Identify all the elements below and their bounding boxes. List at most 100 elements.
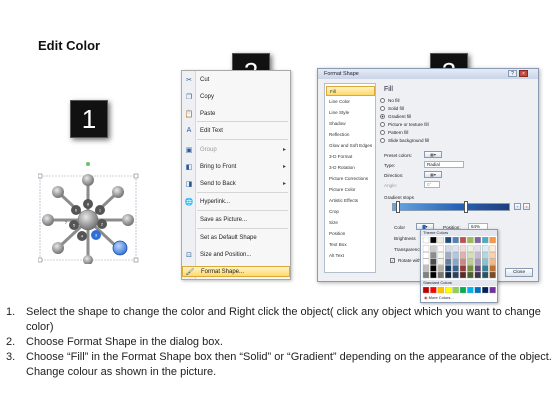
add-stop-button[interactable]: + xyxy=(514,203,521,210)
preset-colors-dropdown[interactable]: ▦▾ xyxy=(424,151,442,158)
help-button[interactable]: ? xyxy=(508,70,517,77)
direction-dropdown[interactable]: ▦▾ xyxy=(424,171,442,178)
nav-item-line-style[interactable]: Line Style xyxy=(326,108,375,118)
theme-color-swatch xyxy=(445,251,452,259)
type-select[interactable]: Radial xyxy=(424,161,464,168)
standard-color-swatch xyxy=(467,287,474,294)
radio-button[interactable] xyxy=(380,138,385,143)
menu-item-size-and-position[interactable]: ⊡ Size and Position... xyxy=(182,249,290,260)
radio-button[interactable] xyxy=(380,106,385,111)
close-icon[interactable]: × xyxy=(519,70,528,77)
center-node xyxy=(77,209,99,231)
gradient-stops-label: Gradient stops xyxy=(384,195,414,200)
option-gradient-fill[interactable]: Gradient fill xyxy=(380,114,411,119)
nav-item-crop[interactable]: Crop xyxy=(326,207,375,217)
nav-item-shadow[interactable]: Shadow xyxy=(326,119,375,129)
theme-color-swatch xyxy=(474,258,481,265)
radio-button[interactable] xyxy=(380,130,385,135)
gradient-stop-handle[interactable] xyxy=(464,201,468,213)
nav-item-size[interactable]: Size xyxy=(326,218,375,228)
menu-item-set-as-default-shape[interactable]: Set as Default Shape xyxy=(182,232,290,243)
color-palette-popup: Theme Colors Standard Colors ◉ More Colo… xyxy=(420,229,498,303)
menu-icon-gutter xyxy=(182,71,196,279)
theme-color-grid[interactable] xyxy=(422,237,498,279)
resize-handle xyxy=(133,173,139,179)
theme-color-swatch xyxy=(430,245,437,252)
rotate-handle xyxy=(86,162,90,166)
nav-item-picture-color[interactable]: Picture Color xyxy=(326,185,375,195)
menu-item-save-as-picture[interactable]: Save as Picture... xyxy=(182,214,290,225)
radio-button[interactable] xyxy=(380,122,385,127)
resize-handle xyxy=(37,173,43,179)
nav-item-position[interactable]: Position xyxy=(326,229,375,239)
angle-input[interactable]: 0° xyxy=(424,181,440,188)
menu-item-paste[interactable]: 📋 Paste xyxy=(182,108,290,119)
nav-item-glow[interactable]: Glow and Soft Edges xyxy=(326,141,375,151)
menu-divider xyxy=(197,121,288,122)
theme-color-swatch xyxy=(452,237,459,244)
gradient-stops-bar[interactable] xyxy=(392,203,510,211)
nav-item-text-box[interactable]: Text Box xyxy=(326,240,375,250)
resize-handle xyxy=(37,257,43,263)
instructions-list: 1. Select the shape to change the color … xyxy=(6,305,554,380)
close-button[interactable]: Close xyxy=(505,268,533,277)
menu-item-hyperlink[interactable]: 🌐 Hyperlink... xyxy=(182,196,290,207)
nav-item-fill[interactable]: Fill xyxy=(326,86,375,96)
theme-color-swatch xyxy=(474,245,481,252)
group-icon: ▣ xyxy=(185,146,193,154)
nav-item-artistic-effects[interactable]: Artistic Effects xyxy=(326,196,375,206)
option-solid-fill[interactable]: Solid fill xyxy=(380,106,404,111)
gradient-stop-handle[interactable] xyxy=(396,201,400,213)
type-label: Type: xyxy=(384,163,396,168)
checkbox[interactable]: ✓ xyxy=(390,258,395,263)
radio-button[interactable] xyxy=(380,98,385,103)
option-picture-fill[interactable]: Picture or texture fill xyxy=(380,122,429,127)
theme-color-swatch xyxy=(482,265,489,272)
nav-item-3d-format[interactable]: 3-D Format xyxy=(326,152,375,162)
nav-item-reflection[interactable]: Reflection xyxy=(326,130,375,140)
remove-stop-button[interactable]: × xyxy=(523,203,530,210)
theme-color-swatch xyxy=(467,251,474,259)
theme-color-swatch xyxy=(474,271,481,279)
theme-color-swatch xyxy=(489,265,496,272)
option-slide-background-fill[interactable]: Slide background fill xyxy=(380,138,429,143)
theme-color-swatch xyxy=(445,265,452,272)
instruction-item: 1. Select the shape to change the color … xyxy=(6,306,541,333)
theme-color-swatch xyxy=(430,237,437,244)
theme-color-swatch xyxy=(437,245,445,252)
resize-handle xyxy=(133,257,139,263)
theme-color-swatch xyxy=(430,265,437,272)
theme-color-swatch xyxy=(474,251,481,259)
menu-item-send-to-back[interactable]: ◨ Send to Back ▸ xyxy=(182,178,290,189)
standard-color-row[interactable] xyxy=(422,287,498,294)
theme-color-swatch xyxy=(459,265,467,272)
menu-item-copy[interactable]: ❐ Copy xyxy=(182,91,290,102)
theme-color-swatch xyxy=(422,265,430,272)
nav-item-picture-corrections[interactable]: Picture Corrections xyxy=(326,174,375,184)
standard-color-swatch xyxy=(452,287,459,294)
theme-color-swatch xyxy=(437,271,445,279)
theme-color-swatch xyxy=(452,258,459,265)
nav-item-line-color[interactable]: Line Color xyxy=(326,97,375,107)
theme-color-swatch xyxy=(459,237,467,244)
menu-item-bring-to-front[interactable]: ◧ Bring to Front ▸ xyxy=(182,161,290,172)
nav-item-alt-text[interactable]: Alt Text xyxy=(326,251,375,261)
theme-color-swatch xyxy=(452,271,459,279)
menu-item-cut[interactable]: ✂ Cut xyxy=(182,74,290,85)
radio-button-selected[interactable] xyxy=(380,114,385,119)
theme-color-swatch xyxy=(437,237,445,244)
menu-item-group[interactable]: ▣ Group ▸ xyxy=(182,144,290,155)
theme-color-swatch xyxy=(445,258,452,265)
hyperlink-icon: 🌐 xyxy=(184,198,194,206)
menu-item-format-shape[interactable]: 🖌 Format Shape... xyxy=(182,266,290,277)
submenu-arrow-icon: ▸ xyxy=(282,181,286,187)
submenu-arrow-icon: ▸ xyxy=(282,164,286,170)
nav-item-3d-rotation[interactable]: 3-D Rotation xyxy=(326,163,375,173)
option-no-fill[interactable]: No fill xyxy=(380,98,400,103)
option-pattern-fill[interactable]: Pattern fill xyxy=(380,130,408,135)
spoke-diagram: 8 1 2 3 4 5 6 7 xyxy=(37,162,140,265)
size-position-icon: ⊡ xyxy=(186,251,192,259)
menu-item-edit-text[interactable]: A Edit Text xyxy=(182,125,290,136)
theme-color-swatch xyxy=(482,245,489,252)
more-colors-link[interactable]: ◉ More Colors... xyxy=(424,295,454,300)
